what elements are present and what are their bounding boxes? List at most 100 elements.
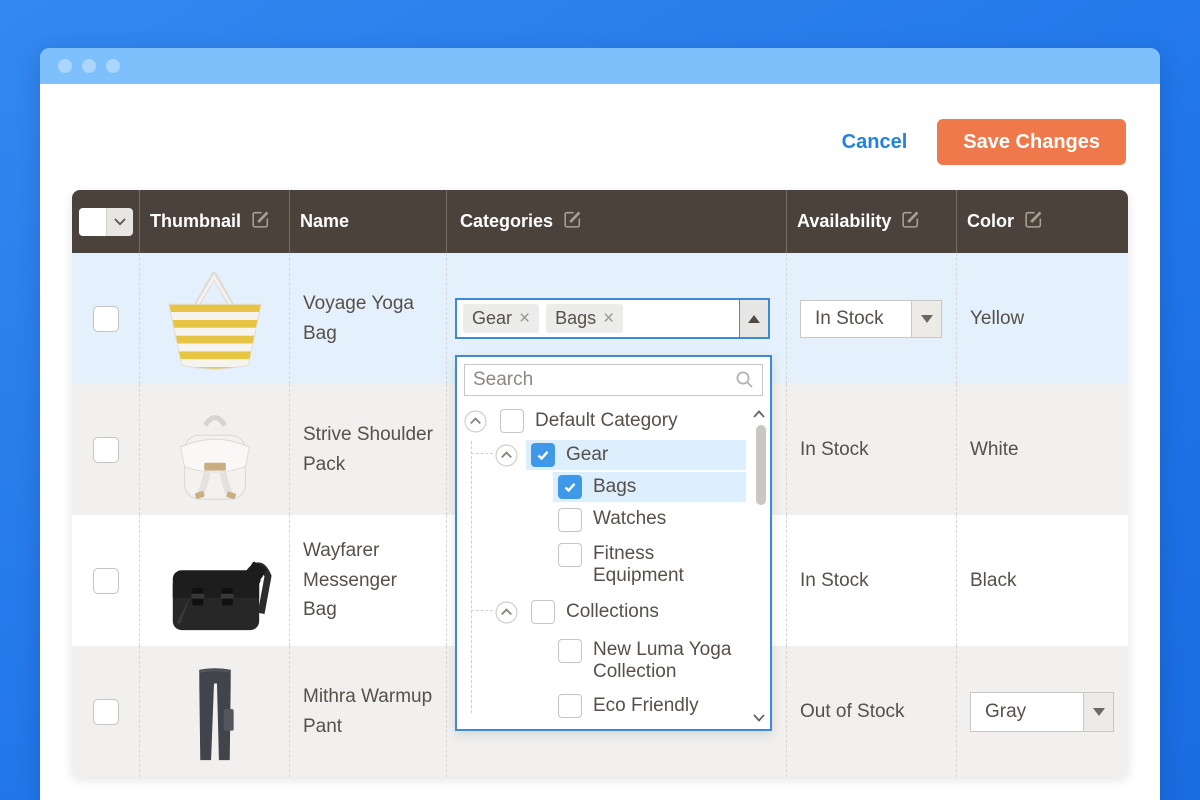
- tag-remove-icon[interactable]: ×: [519, 309, 530, 328]
- select-dropdown-button[interactable]: [1083, 693, 1113, 731]
- row-select-cell: [72, 515, 140, 646]
- row-select-cell: [72, 253, 140, 384]
- row-checkbox[interactable]: [93, 306, 119, 332]
- scrollbar-thumb[interactable]: [756, 425, 766, 505]
- availability-value: In Stock: [787, 515, 957, 646]
- category-checkbox[interactable]: [558, 508, 582, 532]
- product-name: Wayfarer Messenger Bag: [290, 515, 447, 646]
- edit-pencil-icon[interactable]: [250, 209, 271, 235]
- category-checkbox[interactable]: [558, 543, 582, 567]
- product-grid: Thumbnail Name Categories Availability: [72, 190, 1128, 777]
- select-all-control[interactable]: [79, 208, 133, 236]
- triangle-up-icon: [748, 315, 760, 323]
- scroll-up-icon[interactable]: [752, 409, 766, 419]
- select-all-chevron-down-icon[interactable]: [107, 208, 133, 236]
- tree-item[interactable]: Gear: [457, 439, 770, 471]
- search-icon: [735, 370, 762, 390]
- header-availability: Availability: [787, 190, 957, 253]
- tree-item-main: Bags: [553, 472, 746, 502]
- tag-label: Bags: [555, 308, 596, 329]
- multiselect-collapse-button[interactable]: [739, 300, 768, 337]
- triangle-down-icon: [921, 315, 933, 323]
- header-name-label: Name: [300, 211, 349, 232]
- row-checkbox[interactable]: [93, 437, 119, 463]
- categories-dropdown-panel: Default Category Gear: [455, 355, 772, 731]
- tree-item-main: Eco Friendly: [553, 691, 746, 721]
- row-select-cell: [72, 646, 140, 777]
- collapse-toggle-icon[interactable]: [464, 410, 487, 433]
- product-name: Strive Shoulder Pack: [290, 384, 447, 515]
- row-select-cell: [72, 384, 140, 515]
- category-tags: Gear × Bags ×: [457, 300, 739, 337]
- select-dropdown-button[interactable]: [911, 301, 941, 337]
- tree-item[interactable]: Eco Friendly: [457, 689, 770, 723]
- category-checkbox[interactable]: [531, 600, 555, 624]
- header-color-label: Color: [967, 211, 1014, 232]
- category-checkbox[interactable]: [558, 475, 582, 499]
- thumbnail-dark-warmup-pants: [151, 658, 279, 766]
- tree-item-label: Eco Friendly: [593, 695, 699, 717]
- scroll-down-icon[interactable]: [752, 713, 766, 723]
- row-checkbox[interactable]: [93, 699, 119, 725]
- tree-item-label: Watches: [593, 508, 666, 530]
- category-tag: Gear ×: [463, 304, 539, 333]
- thumbnail-cell: [140, 384, 290, 515]
- color-value: White: [957, 384, 1128, 515]
- tree-item-main: New Luma Yoga Collection: [553, 636, 746, 686]
- edit-pencil-icon[interactable]: [562, 209, 583, 235]
- tree-item[interactable]: New Luma Yoga Collection: [457, 632, 770, 689]
- category-search-input[interactable]: [465, 365, 735, 395]
- select-all-checkbox[interactable]: [79, 208, 107, 236]
- category-tag: Bags ×: [546, 304, 623, 333]
- row-checkbox[interactable]: [93, 568, 119, 594]
- tree-item-main: Fitness Equipment: [553, 540, 746, 590]
- thumbnail-black-messenger-bag: [151, 527, 279, 635]
- tree-item[interactable]: Default Category: [457, 403, 770, 439]
- category-checkbox[interactable]: [531, 443, 555, 467]
- save-changes-button[interactable]: Save Changes: [937, 119, 1126, 165]
- header-select-all-cell: [72, 190, 140, 253]
- color-select[interactable]: Gray: [970, 692, 1114, 732]
- triangle-down-icon: [1093, 708, 1105, 716]
- availability-value: Out of Stock: [787, 646, 957, 777]
- edit-pencil-icon[interactable]: [900, 209, 921, 235]
- tree-item[interactable]: Watches: [457, 503, 770, 536]
- tag-label: Gear: [472, 308, 512, 329]
- header-name: Name: [290, 190, 447, 253]
- color-value: Black: [957, 515, 1128, 646]
- product-name: Voyage Yoga Bag: [290, 253, 447, 384]
- tree-item-main: Gear: [526, 440, 746, 470]
- thumbnail-cell: [140, 253, 290, 384]
- color-select-value: Gray: [971, 693, 1083, 731]
- tree-item-main: Default Category: [495, 406, 746, 436]
- cancel-button[interactable]: Cancel: [842, 131, 908, 154]
- availability-value: In Stock: [787, 384, 957, 515]
- header-thumbnail: Thumbnail: [140, 190, 290, 253]
- tree-item[interactable]: Collections: [457, 592, 770, 632]
- category-tree: Default Category Gear: [457, 403, 770, 723]
- tree-item-label: Fitness Equipment: [593, 543, 741, 587]
- categories-multiselect[interactable]: Gear × Bags ×: [455, 298, 770, 339]
- header-categories-label: Categories: [460, 211, 553, 232]
- tag-remove-icon[interactable]: ×: [603, 309, 614, 328]
- edit-pencil-icon[interactable]: [1023, 209, 1044, 235]
- thumbnail-cell: [140, 646, 290, 777]
- browser-window: Cancel Save Changes Thumbnail Name: [40, 48, 1160, 800]
- tree-item-main: Watches: [553, 505, 746, 535]
- tree-item[interactable]: Fitness Equipment: [457, 536, 770, 592]
- tree-item-label: Bags: [593, 476, 636, 498]
- thumbnail-white-backpack: [151, 396, 279, 504]
- category-checkbox[interactable]: [558, 694, 582, 718]
- category-checkbox[interactable]: [558, 639, 582, 663]
- availability-select[interactable]: In Stock: [800, 300, 942, 338]
- window-dot-icon: [82, 59, 96, 73]
- action-toolbar: Cancel Save Changes: [842, 119, 1126, 165]
- thumbnail-cell: [140, 515, 290, 646]
- tree-item[interactable]: Bags: [457, 471, 770, 503]
- category-checkbox[interactable]: [500, 409, 524, 433]
- color-cell: Gray: [957, 646, 1128, 777]
- tree-item-label: Collections: [566, 601, 659, 623]
- collapse-toggle-icon[interactable]: [495, 601, 518, 624]
- collapse-toggle-icon[interactable]: [495, 444, 518, 467]
- tree-item-main: Collections: [526, 597, 746, 627]
